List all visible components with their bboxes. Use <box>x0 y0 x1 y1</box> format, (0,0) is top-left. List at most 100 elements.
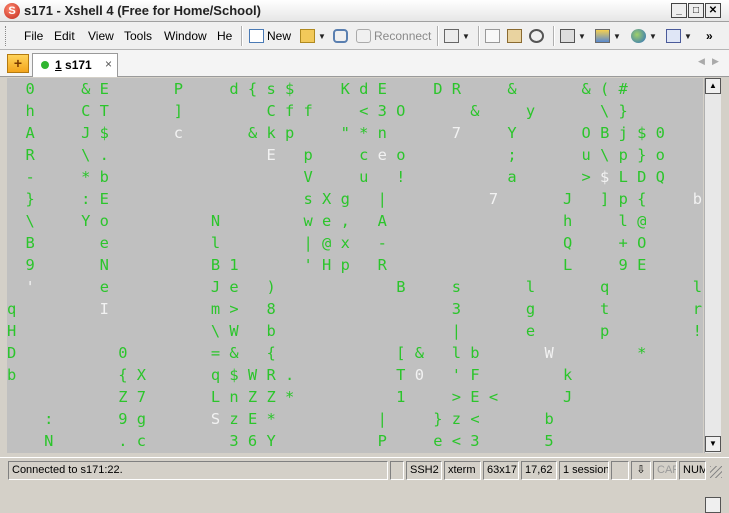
minimize-button[interactable]: _ <box>671 3 687 18</box>
print-dropdown-icon[interactable]: ▼ <box>578 32 586 41</box>
open-dropdown-icon[interactable]: ▼ <box>318 32 326 41</box>
transfer-dropdown-icon[interactable]: ▼ <box>613 32 621 41</box>
print-button[interactable]: ▼ <box>560 27 586 45</box>
connect-button[interactable] <box>333 27 348 45</box>
reconnect-icon <box>356 29 371 43</box>
menu-file[interactable]: File <box>24 29 43 43</box>
terminal-text: B e l | @ x - Q + O 6 <box>7 234 703 252</box>
terminal-line: Z 7 L n Z Z * 1 > E < J <box>7 386 572 408</box>
web-button[interactable]: ▼ <box>631 27 657 45</box>
properties-dropdown-icon[interactable]: ▼ <box>462 32 470 41</box>
terminal-text: ' F k <box>423 366 573 384</box>
status-spacer <box>611 461 629 480</box>
terminal-text: W <box>544 344 554 362</box>
folder-icon <box>300 29 315 43</box>
connected-status-icon <box>41 61 49 69</box>
magnifier-icon <box>529 29 544 43</box>
toolbar-separator <box>553 26 555 46</box>
menu-tools[interactable]: Tools <box>124 29 152 43</box>
add-tab-icon[interactable]: + <box>7 54 29 73</box>
terminal-size-indicator: 63x17 <box>483 461 519 480</box>
terminal-text: N . c 3 6 Y P e < 3 5 <box>7 432 554 450</box>
font-icon <box>666 29 681 43</box>
toolbar-overflow-button[interactable]: » <box>706 27 713 45</box>
reconnect-label: Reconnect <box>374 29 432 43</box>
terminal-text: E <box>266 146 276 164</box>
terminal-line: B e l | @ x - Q + O 6 <box>7 232 703 254</box>
terminal-text: R \ . <box>7 146 267 164</box>
tab-close-icon[interactable]: × <box>105 57 112 71</box>
open-folder-button[interactable]: ▼ <box>300 27 326 45</box>
caps-lock-indicator: CAP <box>653 461 677 480</box>
menu-help[interactable]: He <box>217 29 232 43</box>
terminal-scrollbar[interactable]: ▲ ▼ <box>704 78 721 513</box>
terminal-text: H \ W b | e p ! <box>7 322 702 340</box>
session-tab[interactable]: 1 s171 × <box>32 53 118 77</box>
scroll-down-icon[interactable]: ▼ <box>705 436 721 452</box>
terminal-text: m > 8 3 g t r <box>108 300 702 318</box>
terminal-text: Y O B j $ 0 [ 6 <box>507 124 665 142</box>
tab-scroll-right-icon[interactable]: ▶ <box>712 56 719 67</box>
terminal-text: ' <box>25 278 35 296</box>
find-button[interactable] <box>529 27 544 45</box>
menu-window[interactable]: Window <box>164 29 207 43</box>
terminal-text: A J $ <box>7 124 174 142</box>
tab-scroll-left-icon[interactable]: ◀ <box>698 56 705 67</box>
download-icon[interactable]: ⇩ <box>631 461 651 480</box>
xshell-app-icon[interactable]: S <box>4 3 20 19</box>
terminal-line: D 0 = & { [ & l b W * <box>7 342 646 364</box>
terminal-text: S <box>210 410 221 428</box>
printer-icon <box>560 29 575 43</box>
toolbar-grip[interactable] <box>5 26 9 46</box>
menu-edit[interactable]: Edit <box>54 29 75 43</box>
properties-button[interactable]: ▼ <box>444 27 470 45</box>
terminal-line: : 9 g S z E * | } z < b <box>7 408 554 430</box>
terminal-text: * <box>553 344 647 362</box>
new-session-button[interactable]: New <box>249 27 291 45</box>
toolbar-separator <box>437 26 439 46</box>
terminal-line: A J $ c & k p " * n 7 Y O B j $ 0 [ 6 <box>7 122 703 144</box>
terminal-text: e J e ) B s l q l <box>34 278 703 296</box>
terminal-line: b { X q $ W R . T 0 ' F k <box>7 364 572 386</box>
font-button[interactable]: ▼ <box>666 27 692 45</box>
terminal-line: \ Y o N w e , A h l @ N <box>7 210 703 232</box>
terminal-text: 0 <box>414 366 424 384</box>
paste-icon <box>507 29 522 43</box>
tab-number: 1 <box>55 58 62 72</box>
resize-grip-icon[interactable] <box>710 466 722 478</box>
scroll-thumb[interactable] <box>705 497 721 513</box>
terminal-line: } : E s X g | 7 J ] p { b m <box>7 188 703 210</box>
font-dropdown-icon[interactable]: ▼ <box>684 32 692 41</box>
menu-view[interactable]: View <box>88 29 114 43</box>
paste-button[interactable] <box>507 27 522 45</box>
terminal-type-indicator: xterm <box>444 461 481 480</box>
maximize-button[interactable]: □ <box>688 3 704 18</box>
copy-button[interactable] <box>485 27 500 45</box>
terminal-text: 9 N B 1 ' H p R L 9 E B <box>7 256 703 274</box>
terminal-text: 7 <box>451 124 462 142</box>
transfer-button[interactable]: ▼ <box>595 27 621 45</box>
terminal-text: p c <box>275 146 378 164</box>
terminal-text: - * b V u ! a > <box>7 168 601 186</box>
cursor-position-indicator: 17,62 <box>521 461 557 480</box>
close-window-button[interactable]: ✕ <box>705 3 721 18</box>
web-dropdown-icon[interactable]: ▼ <box>649 32 657 41</box>
toolbar-separator <box>478 26 480 46</box>
terminal-text: I <box>99 300 109 318</box>
scroll-up-icon[interactable]: ▲ <box>705 78 721 94</box>
num-lock-indicator: NUM <box>679 461 706 480</box>
terminal-area[interactable]: 0 & E P d { s $ K d E D R & & ( # A ` P … <box>7 78 703 453</box>
terminal-text: $ <box>600 168 610 186</box>
reconnect-button[interactable]: Reconnect <box>356 27 431 45</box>
terminal-text: L D Q m m <box>618 168 665 186</box>
transfer-icon <box>595 29 610 43</box>
status-bar: Connected to s171:22. SSH2 xterm 63x17 1… <box>0 457 729 483</box>
terminal-text: D 0 = & { [ & l b <box>7 344 545 362</box>
terminal-line: N . c 3 6 Y P e < 3 5 <box>7 430 554 452</box>
terminal-text: 0 & E P d { s $ K d E D R & & ( # A ` P <box>7 80 703 98</box>
terminal-line: 0 & E P d { s $ K d E D R & & ( # A ` P <box>7 78 703 100</box>
tab-label: s171 <box>65 58 92 72</box>
terminal-line: 9 N B 1 ' H p R L 9 E B <box>7 254 703 276</box>
title-bar: S s171 - Xshell 4 (Free for Home/School)… <box>0 0 729 22</box>
